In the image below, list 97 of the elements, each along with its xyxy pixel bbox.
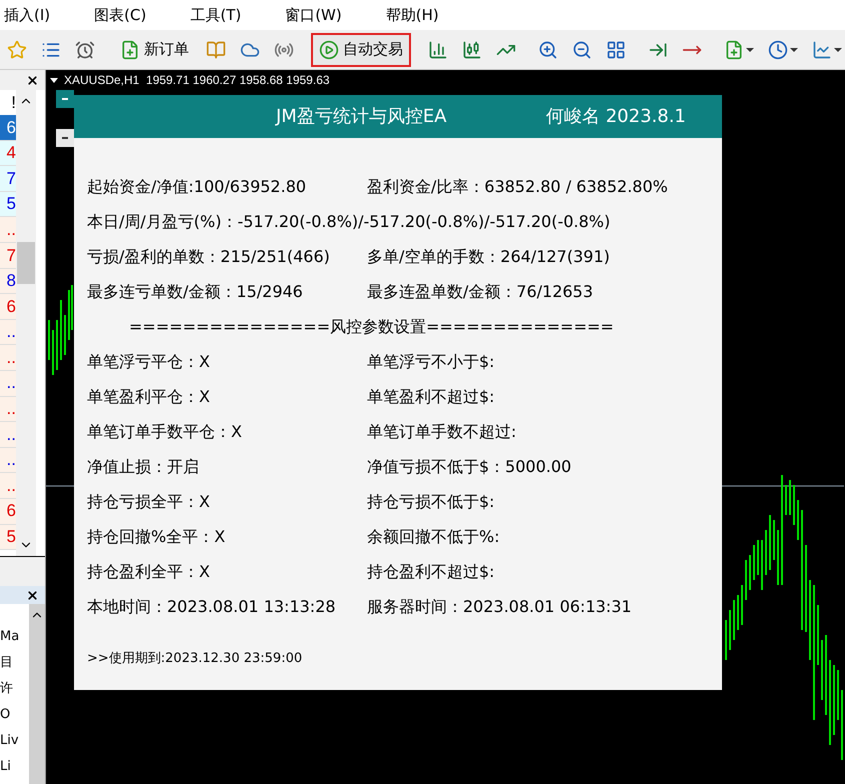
chart-template-icon: [812, 40, 832, 60]
setting-text: 单笔盈利不超过$:: [367, 386, 496, 408]
column-header: !: [10, 92, 16, 114]
order-value: ..: [6, 218, 16, 241]
setting-text: 单笔盈利平仓：X: [87, 386, 211, 408]
panel-title: JM盈亏统计与风控EA: [276, 105, 448, 129]
bar-chart-icon: [428, 40, 448, 60]
menu-item[interactable]: 窗口(W): [285, 4, 342, 26]
scrollbar[interactable]: [29, 604, 45, 784]
navigator-item[interactable]: O: [0, 702, 10, 728]
order-value: 8: [6, 270, 16, 292]
alarm-clock-icon: [75, 40, 95, 60]
add-indicator-icon: [724, 40, 744, 60]
order-row[interactable]: 6: [0, 498, 16, 524]
scrollbar[interactable]: [16, 90, 36, 556]
dropdown-arrow-icon[interactable]: [50, 78, 58, 82]
section-separator: ===============风控参数设置==============: [129, 316, 614, 338]
candlestick-icon: [462, 40, 482, 60]
order-value: 7: [6, 168, 16, 190]
order-value: 6: [6, 116, 16, 139]
order-value: 7: [6, 244, 16, 267]
minimize-icon[interactable]: [56, 90, 74, 108]
setting-text: 单笔订单手数不超过:: [367, 420, 518, 442]
setting-text: 持仓回撤%全平：X: [87, 526, 226, 548]
order-row[interactable]: ..: [0, 473, 16, 499]
order-row[interactable]: ..: [0, 422, 16, 448]
setting-text: 持仓亏损不低于$:: [367, 490, 496, 512]
expiry-text: >>使用期到:2023.12.30 23:59:00: [87, 650, 302, 668]
order-row[interactable]: 6: [0, 294, 16, 320]
menu-item[interactable]: 插入(I): [4, 4, 50, 26]
order-row[interactable]: 4: [0, 140, 16, 166]
setting-text: 持仓盈利全平：X: [87, 560, 211, 582]
order-row[interactable]: ..: [0, 396, 16, 422]
close-icon[interactable]: [26, 588, 39, 602]
chart-symbol-info: XAUUSDe,H1 1959.71 1960.27 1958.68 1959.63: [64, 72, 330, 89]
navigator-item[interactable]: Liv: [0, 728, 19, 754]
order-row[interactable]: 7: [0, 242, 16, 269]
setting-text: 持仓亏损全平：X: [87, 490, 211, 512]
file-plus-icon: [120, 40, 140, 60]
order-value: 6: [6, 296, 16, 318]
grid-icon: [606, 40, 626, 60]
setting-text: 净值亏损不低于$：5000.00: [367, 456, 572, 478]
menu-item[interactable]: 图表(C): [94, 4, 146, 26]
stat-text: 最多连亏单数/金额：15/2946: [87, 280, 304, 302]
stat-text: 盈利资金/比率：63852.80 / 63852.80%: [367, 176, 669, 198]
order-row[interactable]: ..: [0, 345, 16, 371]
order-row[interactable]: 6: [0, 115, 16, 141]
zoom-in-icon: [538, 40, 558, 60]
play-icon: [319, 40, 339, 60]
order-row[interactable]: ..: [0, 448, 16, 474]
setting-text: 单笔浮亏不小于$:: [367, 350, 496, 372]
order-value: ..: [6, 372, 16, 394]
stat-text: 多单/空单的手数：264/127(391): [367, 246, 611, 268]
close-icon[interactable]: [26, 74, 39, 86]
order-value: ..: [6, 346, 16, 369]
navigator-item[interactable]: 目: [0, 650, 13, 676]
stat-text: 最多连盈单数/金额：76/12653: [367, 280, 594, 302]
setting-text: 本地时间：2023.08.01 13:13:28: [87, 596, 337, 618]
scrollbar-thumb[interactable]: [17, 242, 35, 284]
order-value: 6: [6, 500, 16, 522]
order-row[interactable]: 5: [0, 524, 16, 550]
star-icon: [7, 40, 27, 60]
stat-text: 本日/周/月盈亏(%)：-517.20(-0.8%)/-517.20(-0.8%)/-517.20(-0.8%): [87, 210, 610, 232]
navigator-item[interactable]: 许: [0, 676, 13, 702]
setting-text: 余额回撤不低于%:: [367, 526, 501, 548]
setting-text: 单笔订单手数平仓：X: [87, 420, 243, 442]
order-row[interactable]: ..: [0, 370, 16, 397]
toolbar-button[interactable]: 自动交易: [311, 32, 411, 66]
stat-text: 起始资金/净值:100/63952.80: [87, 176, 308, 198]
setting-text: 单笔浮亏平仓：X: [87, 350, 211, 372]
toolbar-button[interactable]: 新订单: [112, 32, 197, 66]
clock-icon: [768, 40, 788, 60]
setting-text: 服务器时间：2023.08.01 06:13:31: [367, 596, 633, 618]
order-row[interactable]: 5: [0, 192, 16, 218]
order-value: ..: [6, 474, 16, 497]
setting-text: 净值止损：开启: [87, 456, 200, 478]
navigator-item[interactable]: Ma: [0, 624, 20, 650]
order-row[interactable]: ..: [0, 320, 16, 346]
panel-author: 何峻名 2023.8.1: [546, 105, 686, 129]
order-value: ..: [6, 449, 16, 472]
order-row[interactable]: ..: [0, 217, 16, 243]
order-value: ..: [6, 321, 16, 344]
menu-item[interactable]: 工具(T): [190, 4, 242, 26]
order-value: 5: [6, 193, 16, 216]
order-row[interactable]: 8: [0, 268, 16, 294]
order-value: 4: [6, 142, 16, 164]
navigator-item[interactable]: Li: [0, 754, 11, 780]
zoom-out-icon: [572, 40, 592, 60]
order-row[interactable]: 7: [0, 166, 16, 192]
menu-item[interactable]: 帮助(H): [386, 4, 439, 26]
book-icon: [206, 40, 226, 60]
minimize-icon[interactable]: [56, 129, 74, 147]
order-value: ..: [6, 424, 16, 446]
setting-text: 持仓盈利不超过$:: [367, 560, 496, 582]
order-value: 5: [6, 526, 16, 548]
order-value: ..: [6, 398, 16, 420]
stat-text: 亏损/盈利的单数：215/251(466): [87, 246, 331, 268]
